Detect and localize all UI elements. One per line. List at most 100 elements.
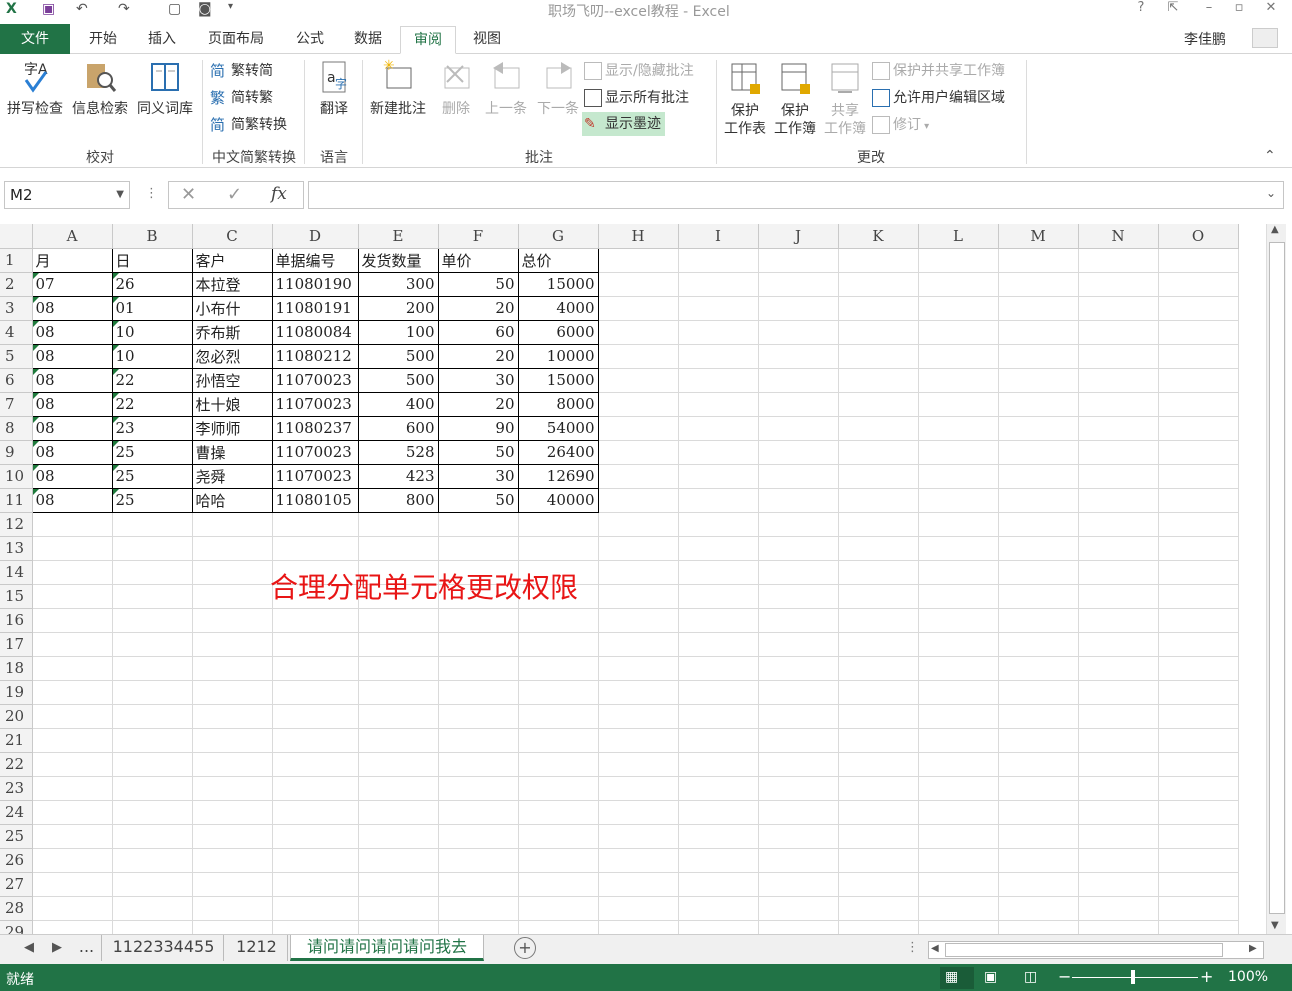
column-header[interactable]: D xyxy=(272,224,359,249)
column-header[interactable]: I xyxy=(678,224,759,249)
cell[interactable] xyxy=(998,248,1079,273)
cell[interactable] xyxy=(918,656,999,681)
cell[interactable] xyxy=(1158,680,1239,705)
zoom-level[interactable]: 100% xyxy=(1228,969,1268,985)
cell[interactable] xyxy=(518,680,599,705)
next-comment-button[interactable]: 下一条 xyxy=(534,58,582,118)
cell[interactable] xyxy=(1078,392,1159,417)
cell[interactable] xyxy=(678,752,759,777)
cell[interactable] xyxy=(112,584,193,609)
cell[interactable] xyxy=(998,368,1079,393)
show-all-comments-button[interactable]: 显示所有批注 xyxy=(584,86,689,110)
cell[interactable] xyxy=(918,728,999,753)
cell[interactable] xyxy=(918,632,999,657)
column-header[interactable]: G xyxy=(518,224,599,249)
cell[interactable]: 08 xyxy=(31,319,113,345)
cell[interactable] xyxy=(518,656,599,681)
row-header[interactable]: 4 xyxy=(0,320,33,345)
row-header[interactable]: 7 xyxy=(0,392,33,417)
cell[interactable] xyxy=(918,608,999,633)
cell[interactable] xyxy=(598,416,679,441)
cell[interactable] xyxy=(272,536,359,561)
cell[interactable]: 08 xyxy=(31,487,113,513)
cell[interactable] xyxy=(998,608,1079,633)
column-header[interactable]: B xyxy=(112,224,193,249)
row-header[interactable]: 22 xyxy=(0,752,33,777)
cell[interactable] xyxy=(758,560,839,585)
column-header[interactable]: H xyxy=(598,224,679,249)
cell[interactable]: 杜十娘 xyxy=(191,391,273,417)
cell[interactable] xyxy=(918,776,999,801)
cell[interactable] xyxy=(32,704,113,729)
cell[interactable] xyxy=(112,536,193,561)
cell[interactable]: 40000 xyxy=(517,487,599,513)
cell[interactable]: 单据编号 xyxy=(271,247,359,273)
cell[interactable] xyxy=(32,920,113,934)
horizontal-scrollbar[interactable]: ◀ ▶ xyxy=(928,941,1264,959)
cell[interactable] xyxy=(918,704,999,729)
cell[interactable] xyxy=(678,680,759,705)
column-header[interactable]: O xyxy=(1158,224,1239,249)
cell[interactable]: 30 xyxy=(437,463,519,489)
cell[interactable] xyxy=(918,800,999,825)
cell[interactable] xyxy=(1078,344,1159,369)
cell[interactable] xyxy=(678,920,759,934)
cell[interactable]: 500 xyxy=(357,367,439,393)
cell[interactable] xyxy=(598,344,679,369)
cell[interactable] xyxy=(998,488,1079,513)
cell[interactable] xyxy=(918,848,999,873)
cell[interactable] xyxy=(678,488,759,513)
cell[interactable]: 08 xyxy=(31,415,113,441)
cell[interactable] xyxy=(272,752,359,777)
cell[interactable] xyxy=(1078,608,1159,633)
cell[interactable] xyxy=(598,728,679,753)
cell[interactable] xyxy=(112,608,193,633)
cell[interactable] xyxy=(598,680,679,705)
cell[interactable] xyxy=(112,776,193,801)
cell[interactable] xyxy=(598,704,679,729)
cell[interactable] xyxy=(678,344,759,369)
cell[interactable] xyxy=(32,536,113,561)
cell[interactable] xyxy=(678,368,759,393)
cell[interactable] xyxy=(1158,440,1239,465)
cell[interactable]: 哈哈 xyxy=(191,487,273,513)
cell[interactable] xyxy=(192,680,273,705)
column-header[interactable]: M xyxy=(998,224,1079,249)
cell[interactable] xyxy=(32,560,113,585)
cell[interactable] xyxy=(272,656,359,681)
cell[interactable] xyxy=(272,896,359,921)
split-handle-icon[interactable]: ⋮ xyxy=(906,940,919,955)
cell[interactable] xyxy=(1078,512,1159,537)
cell[interactable] xyxy=(518,632,599,657)
tab-review[interactable]: 审阅 xyxy=(400,26,456,54)
cell[interactable] xyxy=(918,824,999,849)
cell[interactable] xyxy=(32,872,113,897)
show-hide-comment-button[interactable]: 显示/隐藏批注 xyxy=(584,59,694,83)
cell[interactable] xyxy=(192,560,273,585)
cell[interactable] xyxy=(758,488,839,513)
cell[interactable] xyxy=(1078,440,1159,465)
cell[interactable]: 单价 xyxy=(437,247,519,273)
cell[interactable] xyxy=(678,896,759,921)
user-account[interactable]: 李佳鹏 xyxy=(1184,29,1226,49)
cell[interactable] xyxy=(112,752,193,777)
cell[interactable]: 08 xyxy=(31,439,113,465)
cell[interactable]: 50 xyxy=(437,487,519,513)
cell[interactable] xyxy=(838,656,919,681)
cell[interactable] xyxy=(678,560,759,585)
cell[interactable] xyxy=(358,800,439,825)
thesaurus-button[interactable]: 同义词库 xyxy=(134,58,196,118)
cell[interactable] xyxy=(272,800,359,825)
cell[interactable] xyxy=(998,680,1079,705)
cell[interactable]: 李师师 xyxy=(191,415,273,441)
cell[interactable]: 4000 xyxy=(517,295,599,321)
cell[interactable]: 孙悟空 xyxy=(191,367,273,393)
cell[interactable] xyxy=(998,560,1079,585)
cell[interactable] xyxy=(272,848,359,873)
cell[interactable]: 小布什 xyxy=(191,295,273,321)
cell[interactable] xyxy=(112,728,193,753)
cell[interactable] xyxy=(598,272,679,297)
cell[interactable] xyxy=(358,656,439,681)
cell[interactable] xyxy=(598,872,679,897)
cell[interactable] xyxy=(598,464,679,489)
